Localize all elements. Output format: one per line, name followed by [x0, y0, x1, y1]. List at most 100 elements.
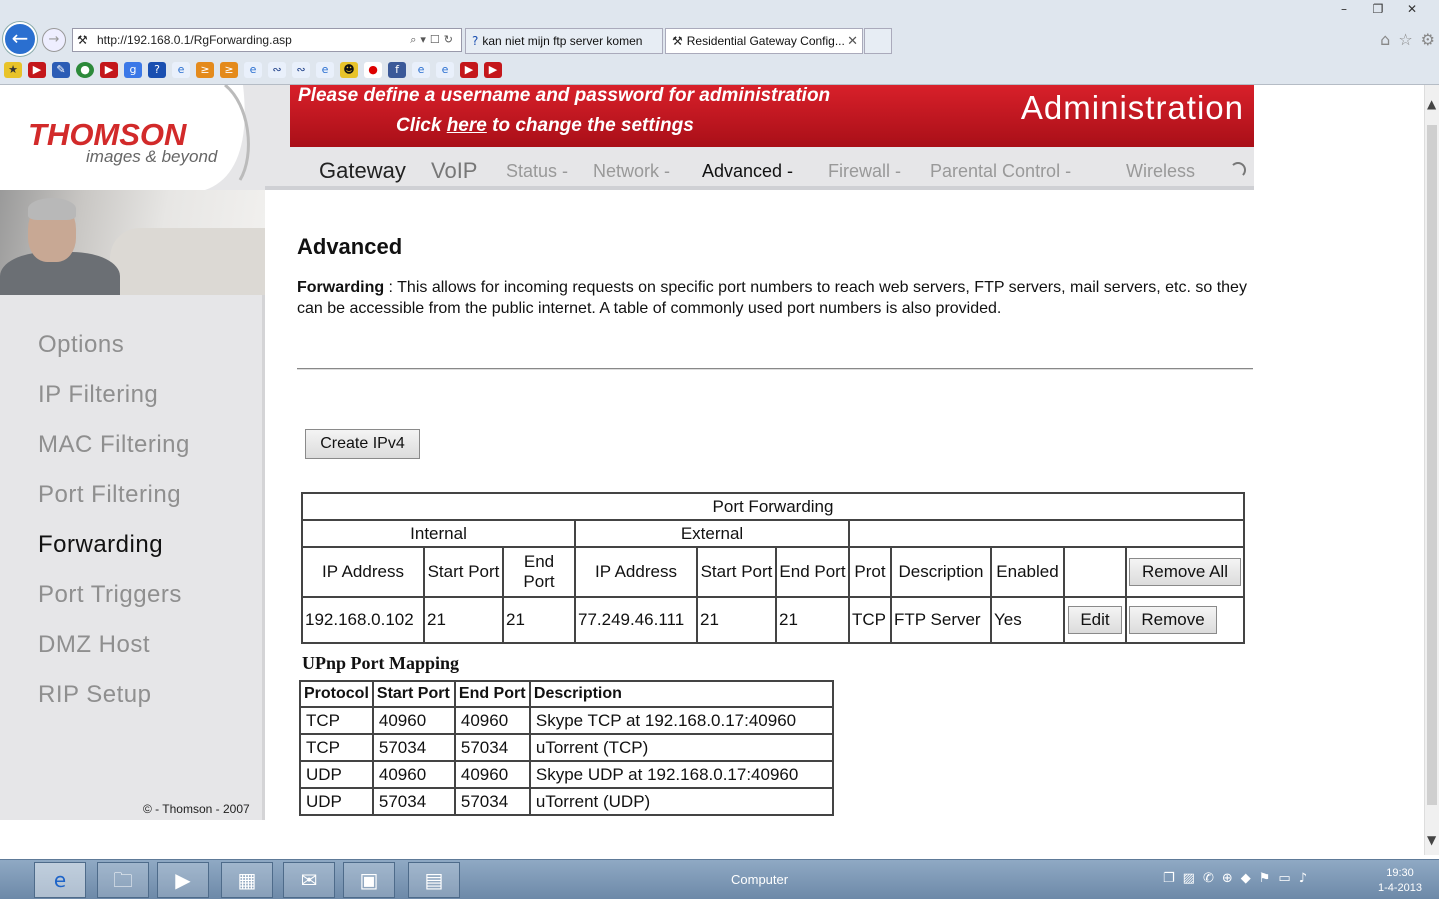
- restore-button[interactable]: ❐: [1361, 2, 1395, 20]
- taskbar-ie-icon[interactable]: e: [34, 862, 86, 898]
- taskbar-app-icon[interactable]: ▤: [408, 862, 460, 898]
- tray-volume-icon[interactable]: ♪: [1299, 871, 1307, 886]
- nav-status[interactable]: Status -: [506, 161, 568, 182]
- tab-gateway-config[interactable]: ⚒ Residential Gateway Config... ✕: [665, 28, 863, 54]
- tray-app-icon[interactable]: ▨: [1183, 871, 1195, 886]
- cell-int-ip: 192.168.0.102: [301, 596, 425, 644]
- table-row: TCP 40960 40960 Skype TCP at 192.168.0.1…: [299, 706, 835, 735]
- scrollbar-thumb[interactable]: [1427, 125, 1437, 805]
- taskbar-computer-label[interactable]: Computer: [731, 872, 788, 887]
- nav-wireless[interactable]: Wireless: [1126, 161, 1195, 182]
- description-text: : This allows for incoming requests on s…: [297, 279, 1247, 317]
- system-tray: ❐ ▨ ✆ ⊕ ◆ ⚑ ▭ ♪: [1163, 871, 1307, 886]
- tab-ftp-question[interactable]: ? kan niet mijn ftp server komen: [465, 28, 663, 54]
- ie-page-icon[interactable]: e: [412, 62, 430, 78]
- scroll-down-icon[interactable]: ▼: [1427, 833, 1436, 847]
- taskbar-explorer-icon[interactable]: 🗀: [97, 862, 149, 898]
- taskbar-media-player-icon[interactable]: ▶: [157, 862, 209, 898]
- link-icon[interactable]: ∾: [292, 62, 310, 78]
- banner-message-2: Click here to change the settings: [396, 115, 694, 137]
- close-window-button[interactable]: ✕: [1395, 2, 1429, 20]
- scroll-up-icon[interactable]: ▲: [1427, 97, 1436, 111]
- taskbar-control-panel-icon[interactable]: ▣: [343, 862, 395, 898]
- browser-toolbar-right: ⌂ ☆ ⚙: [1380, 30, 1435, 49]
- remove-all-button[interactable]: Remove All: [1129, 558, 1241, 586]
- cell-description: Skype UDP at 192.168.0.17:40960: [528, 760, 835, 789]
- sidebar-item-dmz-host[interactable]: DMZ Host: [38, 631, 150, 659]
- sidebar-item-rip-setup[interactable]: RIP Setup: [38, 681, 151, 709]
- col-protocol: Protocol: [299, 680, 374, 708]
- edit-button[interactable]: Edit: [1068, 606, 1122, 634]
- tray-whatsapp-icon[interactable]: ✆: [1203, 871, 1214, 886]
- address-url[interactable]: http://192.168.0.1/RgForwarding.asp: [97, 33, 410, 47]
- sidebar-item-options[interactable]: Options: [38, 331, 124, 359]
- sidebar-photo: [0, 190, 265, 295]
- sidebar-item-port-triggers[interactable]: Port Triggers: [38, 581, 182, 609]
- sidebar-item-mac-filtering[interactable]: MAC Filtering: [38, 431, 190, 459]
- bookmark-icon[interactable]: ≥: [220, 62, 238, 78]
- change-settings-link[interactable]: here: [447, 115, 487, 136]
- col-enabled: Enabled: [990, 546, 1065, 598]
- youtube-icon[interactable]: ▶: [28, 62, 46, 78]
- nav-voip[interactable]: VoIP: [431, 158, 477, 184]
- youtube-icon[interactable]: ▶: [484, 62, 502, 78]
- back-button[interactable]: ←: [3, 22, 37, 56]
- google-icon[interactable]: g: [124, 62, 142, 78]
- forward-button[interactable]: →: [42, 28, 66, 52]
- site-favicon-icon: ⚒: [77, 33, 88, 47]
- page-description: Forwarding : This allows for incoming re…: [297, 277, 1253, 319]
- close-tab-icon[interactable]: ✕: [847, 34, 858, 49]
- new-tab-button[interactable]: [864, 28, 892, 54]
- sidebar-item-port-filtering[interactable]: Port Filtering: [38, 481, 181, 509]
- ie-page-icon[interactable]: e: [172, 62, 190, 78]
- tray-flag-icon[interactable]: ⚑: [1259, 871, 1271, 886]
- ie-page-icon[interactable]: e: [316, 62, 334, 78]
- table-row: UDP 40960 40960 Skype UDP at 192.168.0.1…: [299, 760, 835, 789]
- address-bar[interactable]: ⚒ http://192.168.0.1/RgForwarding.asp ⌕▾…: [72, 28, 462, 52]
- youtube-icon[interactable]: ▶: [460, 62, 478, 78]
- help-icon[interactable]: ?: [148, 62, 166, 78]
- nav-firewall[interactable]: Firewall -: [828, 161, 901, 182]
- sidebar-item-ip-filtering[interactable]: IP Filtering: [38, 381, 158, 409]
- tray-display-icon[interactable]: ▭: [1278, 871, 1290, 886]
- top-nav: Gateway VoIP Status - Network - Advanced…: [265, 147, 1254, 190]
- address-tools-icons[interactable]: ⌕▾☐↻: [410, 33, 461, 47]
- vodafone-icon[interactable]: ●: [364, 62, 382, 78]
- remove-button[interactable]: Remove: [1129, 606, 1217, 634]
- nav-advanced[interactable]: Advanced -: [702, 161, 793, 182]
- create-ipv4-button[interactable]: Create IPv4: [305, 429, 420, 459]
- facebook-icon[interactable]: f: [388, 62, 406, 78]
- col-int-ip: IP Address: [301, 546, 425, 598]
- clock-time: 19:30: [1386, 867, 1414, 879]
- banner-prefix: Click: [396, 115, 447, 136]
- col-int-end: End Port: [502, 546, 576, 598]
- nav-network[interactable]: Network -: [593, 161, 670, 182]
- taskbar-outlook-icon[interactable]: ✉: [283, 862, 335, 898]
- mascot-icon[interactable]: ☻: [340, 62, 358, 78]
- favorites-star-icon[interactable]: ★: [4, 62, 22, 78]
- thomson-logo[interactable]: THOMSON images & beyond: [0, 85, 295, 190]
- ie-page-icon[interactable]: e: [244, 62, 262, 78]
- nav-parental-control[interactable]: Parental Control -: [930, 161, 1071, 182]
- taskbar-calculator-icon[interactable]: ▦: [221, 862, 273, 898]
- page-scrollbar[interactable]: ▲ ▼: [1424, 85, 1439, 855]
- taskbar-clock[interactable]: 19:30 1-4-2013: [1378, 866, 1422, 896]
- link-icon[interactable]: ∾: [268, 62, 286, 78]
- tray-network-icon[interactable]: ⊕: [1222, 871, 1233, 886]
- tray-window-icon[interactable]: ❐: [1163, 871, 1175, 886]
- cell-protocol: TCP: [299, 733, 374, 762]
- globe-icon[interactable]: ●: [76, 62, 94, 78]
- cell-end-port: 40960: [453, 706, 531, 735]
- home-icon[interactable]: ⌂: [1380, 30, 1390, 49]
- ie-page-icon[interactable]: e: [436, 62, 454, 78]
- settings-gear-icon[interactable]: ⚙: [1421, 30, 1435, 49]
- cell-enabled: Yes: [990, 596, 1065, 644]
- bookmark-icon[interactable]: ✎: [52, 62, 70, 78]
- bookmark-icon[interactable]: ≥: [196, 62, 214, 78]
- tray-nvidia-icon[interactable]: ◆: [1241, 871, 1251, 886]
- nav-gateway[interactable]: Gateway: [319, 158, 406, 184]
- youtube-icon[interactable]: ▶: [100, 62, 118, 78]
- favorites-star-icon[interactable]: ☆: [1398, 30, 1412, 49]
- minimize-button[interactable]: –: [1327, 2, 1361, 20]
- sidebar-item-forwarding[interactable]: Forwarding: [38, 531, 163, 559]
